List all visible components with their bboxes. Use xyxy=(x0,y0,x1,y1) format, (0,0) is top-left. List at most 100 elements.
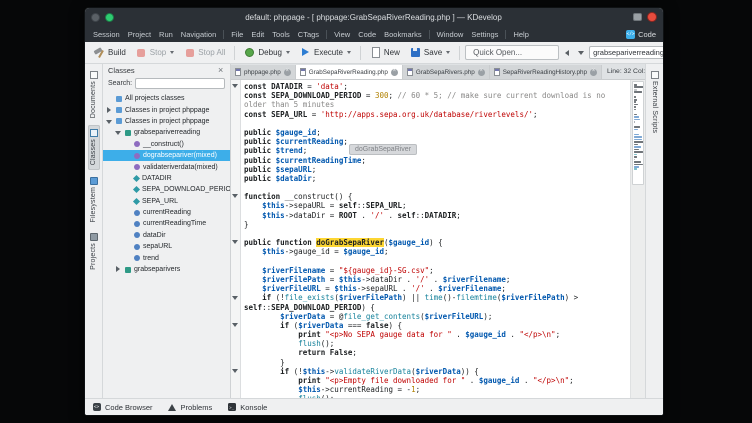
editor-tab-grabseparivers-php[interactable]: GrabSepaRivers.php xyxy=(403,65,490,79)
editor-tab-separiverreadinghistory-php[interactable]: SepaRiverReadingHistory.php xyxy=(490,65,602,79)
editor-body[interactable]: const DATADIR = 'data';const SEPA_DOWNLO… xyxy=(231,80,645,398)
expander-icon[interactable] xyxy=(115,266,122,273)
dock-tab-label: Classes xyxy=(90,139,97,165)
tree-item-label: SEPA_DOWNLOAD_PERIOD xyxy=(142,186,230,193)
tree-item-classes-in-project-phppage[interactable]: Classes in project phppage xyxy=(103,116,230,127)
right-dock-tabs: External Scripts xyxy=(645,64,663,398)
tree-item-construct[interactable]: __construct() xyxy=(103,139,230,150)
fold-arrow-icon[interactable] xyxy=(232,323,238,327)
tree-item-sepa-download-period[interactable]: SEPA_DOWNLOAD_PERIOD xyxy=(103,184,230,195)
panel-close-icon[interactable] xyxy=(217,67,225,75)
dock-tab-label: External Scripts xyxy=(651,81,658,133)
tree-item-grabseparivers[interactable]: grabseparivers xyxy=(103,264,230,275)
expander-icon[interactable] xyxy=(115,129,122,136)
expander-spacer xyxy=(106,95,113,102)
fold-arrow-icon[interactable] xyxy=(232,194,238,198)
menu-view[interactable]: View xyxy=(330,29,354,40)
tree-item-datadir[interactable]: dataDir xyxy=(103,230,230,241)
tree-item-classes-in-project-phppage[interactable]: Classes in project phppage xyxy=(103,104,230,115)
tree-item-currentreadingtime[interactable]: currentReadingTime xyxy=(103,218,230,229)
tree-item-label: sepaURL xyxy=(143,243,172,250)
code-line: public $gauge_id; xyxy=(244,128,630,137)
statusbar: Code Browser Problems Konsole xyxy=(85,398,663,415)
menu-project[interactable]: Project xyxy=(124,29,155,40)
tab-close-icon[interactable] xyxy=(478,69,485,76)
menu-run[interactable]: Run xyxy=(155,29,177,40)
classes-panel-title: Classes xyxy=(108,66,135,75)
tree-item-validateriverdata-mixed[interactable]: validateriverdata(mixed) xyxy=(103,161,230,172)
tab-close-icon[interactable] xyxy=(590,69,597,76)
tree-item-trend[interactable]: trend xyxy=(103,252,230,263)
tab-close-icon[interactable] xyxy=(391,69,398,76)
menu-help[interactable]: Help xyxy=(509,29,532,40)
code-browser-button[interactable]: Code Browser xyxy=(92,403,153,412)
debug-button[interactable]: Debug xyxy=(240,45,294,60)
tree-item-sepaurl[interactable]: sepaURL xyxy=(103,241,230,252)
editor-tab-grabsepariverreading-php[interactable]: GrabSepaRiverReading.php xyxy=(296,65,403,79)
editor-tab-phppage-php[interactable]: phppage.php xyxy=(231,65,296,79)
menu-session[interactable]: Session xyxy=(89,29,124,40)
code-line: const SEPA_DOWNLOAD_PERIOD = 300; // 60 … xyxy=(244,91,630,100)
menu-ctags[interactable]: CTags xyxy=(294,29,323,40)
area-switcher[interactable]: Code xyxy=(626,30,659,39)
back-button[interactable] xyxy=(561,46,572,59)
execute-button[interactable]: Execute xyxy=(296,45,355,60)
fold-arrow-icon[interactable] xyxy=(232,369,238,373)
tree-item-grabsepariverreading[interactable]: grabsepariverreading xyxy=(103,127,230,138)
menu-navigation[interactable]: Navigation xyxy=(177,29,220,40)
menu-window[interactable]: Window xyxy=(433,29,468,40)
tab-close-icon[interactable] xyxy=(284,69,291,76)
menu-bookmarks[interactable]: Bookmarks xyxy=(380,29,426,40)
window-menu-icon[interactable] xyxy=(91,13,100,22)
stop-button[interactable]: Stop xyxy=(132,45,178,60)
dock-tab-filesystem[interactable]: Filesystem xyxy=(88,173,100,226)
menu-edit[interactable]: Edit xyxy=(247,29,268,40)
panel-toggle-icon[interactable] xyxy=(633,13,642,21)
code-line: public $trend; xyxy=(244,146,630,155)
titlebar[interactable]: default: phppage - [ phppage:GrabSepaRiv… xyxy=(85,8,663,26)
tree-item-datadir[interactable]: DATADIR xyxy=(103,173,230,184)
konsole-button[interactable]: Konsole xyxy=(227,403,267,412)
menu-tools[interactable]: Tools xyxy=(268,29,294,40)
scrollbar-minimap[interactable] xyxy=(630,80,645,398)
menu-code[interactable]: Code xyxy=(354,29,380,40)
minimap-line xyxy=(634,141,644,143)
code-area-icon xyxy=(626,30,635,39)
code-line: public $dataDir; xyxy=(244,174,630,183)
stop-all-button[interactable]: Stop All xyxy=(180,45,229,60)
dock-tab-classes[interactable]: Classes xyxy=(88,125,100,169)
code-line: print "<p>No SEPA gauge data for " . $ga… xyxy=(244,330,630,339)
tree-item-dograbsepariver-mixed[interactable]: dograbsepariver(mixed) xyxy=(103,150,230,161)
tree-item-sepa-url[interactable]: SEPA_URL xyxy=(103,196,230,207)
tree-item-all-projects-classes[interactable]: All projects classes xyxy=(103,93,230,104)
execute-icon xyxy=(300,47,311,58)
minimap-line xyxy=(634,156,637,158)
konsole-icon xyxy=(227,403,236,412)
search-input[interactable] xyxy=(589,46,664,59)
fold-arrow-icon[interactable] xyxy=(232,240,238,244)
problems-button[interactable]: Problems xyxy=(168,403,213,412)
fold-arrow-icon[interactable] xyxy=(232,84,238,88)
dock-tab-documents[interactable]: Documents xyxy=(88,67,100,122)
code-content[interactable]: const DATADIR = 'data';const SEPA_DOWNLO… xyxy=(241,80,630,398)
dock-tab-external-scripts[interactable]: External Scripts xyxy=(649,67,661,137)
new-button[interactable]: New xyxy=(366,45,404,60)
build-label: Build xyxy=(108,48,126,57)
build-button[interactable]: Build xyxy=(90,45,130,60)
classes-search-input[interactable] xyxy=(135,78,225,89)
quick-open-combo[interactable]: Quick Open... xyxy=(465,45,559,60)
tree-item-currentreading[interactable]: currentReading xyxy=(103,207,230,218)
dock-tab-projects[interactable]: Projects xyxy=(88,229,100,274)
save-button[interactable]: Save xyxy=(406,45,454,60)
expander-icon[interactable] xyxy=(106,118,113,125)
search-options-button[interactable] xyxy=(575,46,586,59)
fold-arrow-icon[interactable] xyxy=(232,296,238,300)
code-line: $riverFilename = "${gauge_id}-SG.csv"; xyxy=(244,266,630,275)
expander-icon[interactable] xyxy=(106,107,113,114)
editor-gutter xyxy=(231,80,241,398)
menu-settings[interactable]: Settings xyxy=(467,29,502,40)
close-button[interactable] xyxy=(647,12,657,22)
minimap-line xyxy=(634,84,637,86)
menu-file[interactable]: File xyxy=(227,29,247,40)
dropdown-arrow-icon xyxy=(347,51,351,54)
